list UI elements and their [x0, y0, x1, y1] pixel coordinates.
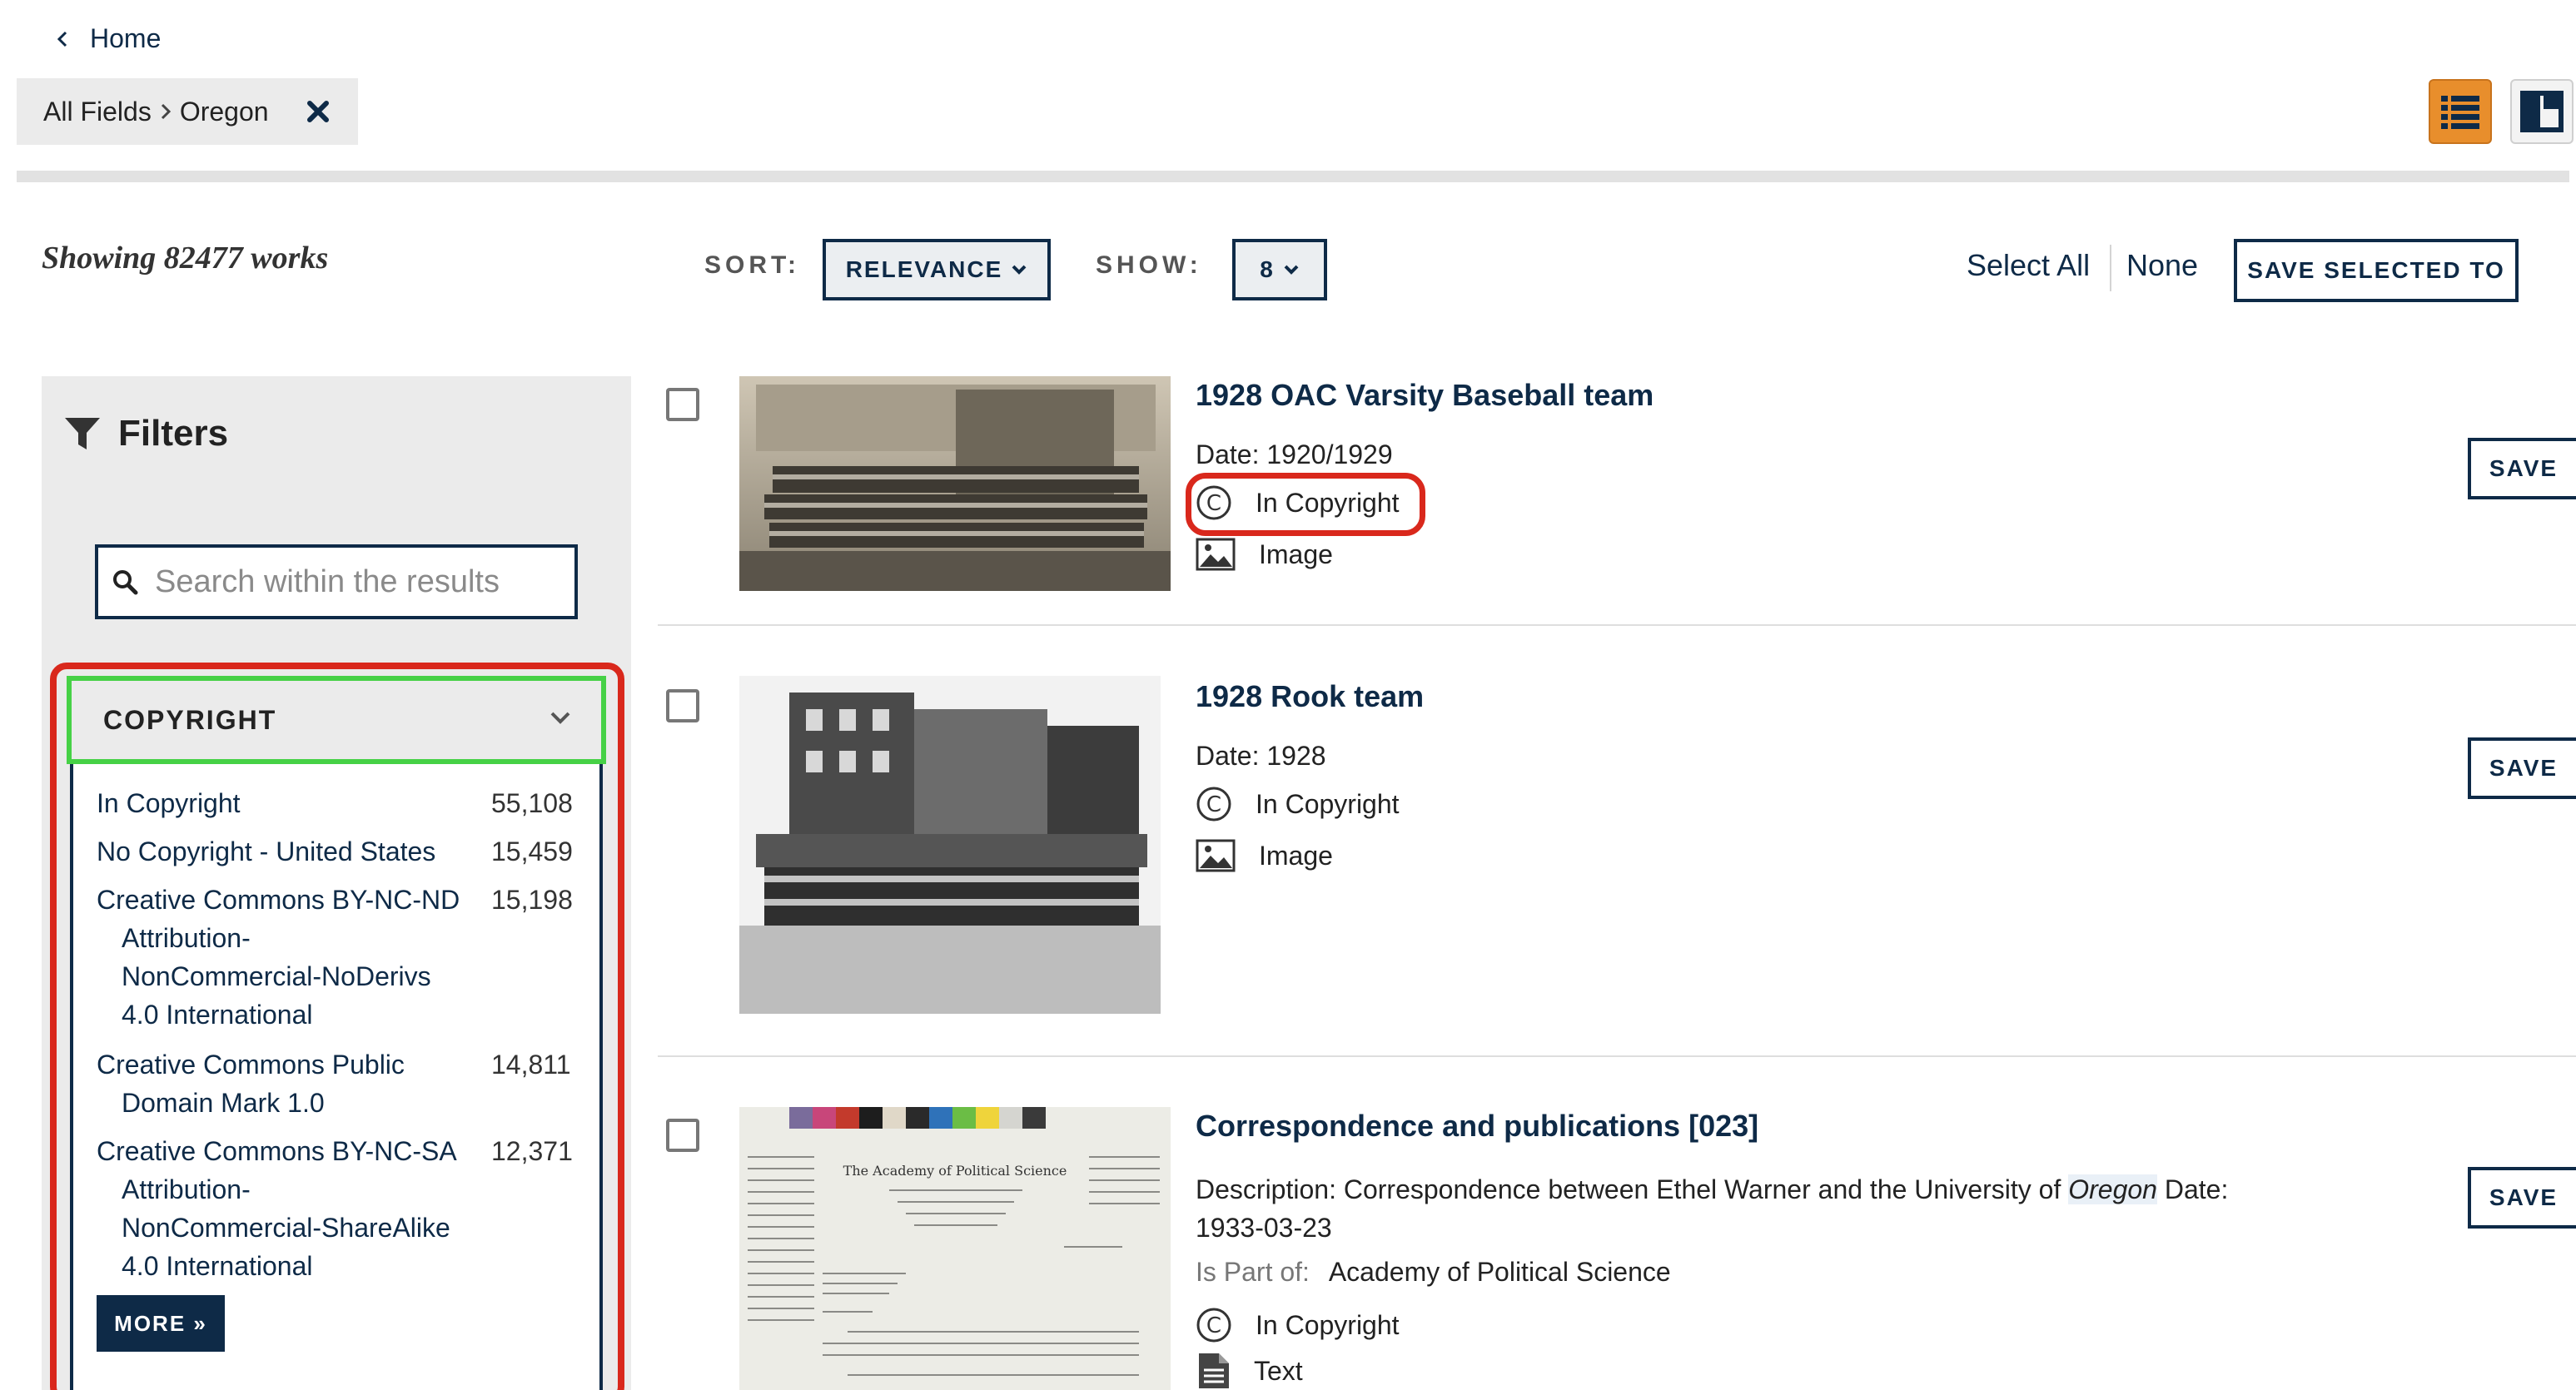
results-count: Showing 82477 works [42, 241, 329, 276]
header-divider [17, 171, 2569, 182]
select-all-link[interactable]: Select All [1967, 248, 2090, 283]
show-label: SHOW: [1096, 251, 1202, 279]
breadcrumb-value: Oregon [179, 96, 269, 127]
search-within-placeholder: Search within the results [155, 563, 500, 599]
svg-text:C: C [1206, 792, 1221, 817]
funnel-icon [63, 415, 102, 453]
result-select-checkbox[interactable] [666, 388, 699, 421]
page-size-dropdown[interactable]: 8 [1232, 239, 1327, 300]
list-view-toggle[interactable] [2429, 79, 2492, 144]
result-rights: C In Copyright [1196, 786, 1400, 822]
result-divider [658, 624, 2576, 626]
list-view-icon [2439, 92, 2481, 131]
search-term-highlight: Oregon [2068, 1174, 2157, 1204]
filters-title: Filters [118, 413, 229, 454]
search-breadcrumb: All Fields Oregon [17, 78, 358, 145]
filters-heading: Filters [63, 413, 228, 454]
annotation-highlight-rights [1186, 473, 1425, 536]
remove-filter-close-icon[interactable] [301, 95, 335, 128]
chevron-right-icon [160, 102, 172, 121]
sort-label: SORT: [704, 251, 800, 279]
result-rights-label: In Copyright [1256, 1309, 1400, 1340]
image-type-icon [1196, 538, 1236, 571]
result-description-text: Date: [2156, 1174, 2229, 1204]
result-description-text: Description: Correspondence between Ethe… [1196, 1174, 2069, 1204]
result-part-of: Is Part of: Academy of Political Science [1196, 1257, 1671, 1288]
svg-text:C: C [1206, 1313, 1221, 1338]
result-type-label: Image [1259, 840, 1333, 871]
result-thumbnail[interactable] [739, 676, 1161, 1014]
result-save-button[interactable]: SAVE [2468, 1167, 2576, 1229]
part-of-label: Is Part of: [1196, 1257, 1310, 1287]
result-thumbnail[interactable]: The Academy of Political Science [739, 1107, 1171, 1390]
result-date: 1933-03-23 [1196, 1213, 1332, 1243]
result-rights-label: In Copyright [1256, 788, 1400, 819]
result-divider [658, 1055, 2576, 1057]
result-description: Description: Correspondence between Ethe… [1196, 1170, 2270, 1247]
document-type-icon [1196, 1352, 1231, 1390]
caret-down-icon [1011, 264, 1027, 276]
result-date: Date: 1920/1929 [1196, 439, 1393, 469]
search-within-results-input[interactable]: Search within the results [95, 544, 578, 619]
breadcrumb-field: All Fields [43, 96, 152, 127]
result-select-checkbox[interactable] [666, 689, 699, 722]
sort-dropdown[interactable]: RELEVANCE [823, 239, 1051, 300]
result-type-label: Text [1254, 1355, 1303, 1386]
result-save-button[interactable]: SAVE [2468, 737, 2576, 799]
result-thumbnail[interactable] [739, 376, 1171, 591]
result-type-label: Image [1259, 539, 1333, 569]
search-icon [112, 568, 138, 595]
result-title-link[interactable]: 1928 OAC Varsity Baseball team [1196, 378, 1654, 413]
copyright-icon: C [1196, 786, 1232, 822]
home-link[interactable]: Home [57, 23, 161, 54]
letter-heading: The Academy of Political Science [843, 1163, 1067, 1179]
select-none-link[interactable]: None [2126, 248, 2198, 283]
gallery-view-toggle[interactable] [2510, 79, 2574, 144]
annotation-highlight-facet [50, 663, 624, 1390]
caret-down-icon [1283, 264, 1300, 276]
sort-value: RELEVANCE [845, 256, 1003, 282]
result-save-button[interactable]: SAVE [2468, 438, 2576, 499]
result-title-link[interactable]: Correspondence and publications [023] [1196, 1109, 1758, 1144]
save-selected-button[interactable]: SAVE SELECTED TO [2234, 239, 2519, 302]
result-type: Image [1196, 538, 1333, 571]
image-type-icon [1196, 839, 1236, 872]
result-type: Image [1196, 839, 1333, 872]
selection-divider [2110, 245, 2111, 291]
result-type: Text [1196, 1352, 1303, 1390]
result-title-link[interactable]: 1928 Rook team [1196, 679, 1424, 714]
result-rights: C In Copyright [1196, 1307, 1400, 1343]
copyright-icon: C [1196, 1307, 1232, 1343]
result-date: Date: 1928 [1196, 741, 1326, 771]
part-of-value[interactable]: Academy of Political Science [1329, 1257, 1671, 1287]
result-select-checkbox[interactable] [666, 1119, 699, 1152]
chevron-left-icon [57, 31, 68, 47]
gallery-view-icon [2520, 91, 2564, 132]
page-size-value: 8 [1260, 256, 1275, 282]
home-link-label: Home [90, 23, 162, 53]
